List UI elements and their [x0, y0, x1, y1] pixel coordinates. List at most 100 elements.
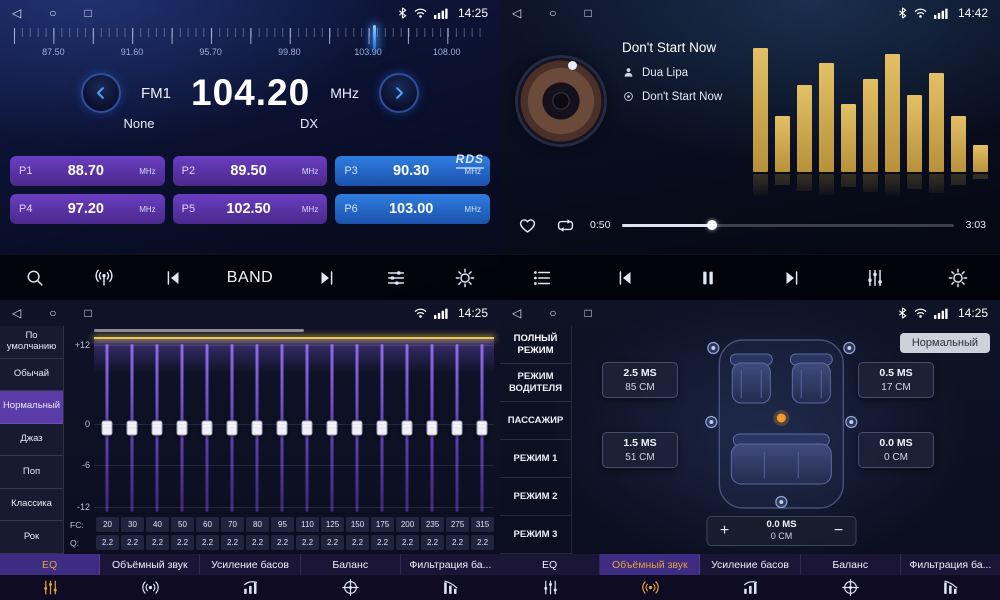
filter-bars-icon[interactable]: [400, 578, 500, 597]
eq-slider-handle[interactable]: [101, 421, 112, 436]
eq-band-slider[interactable]: [119, 344, 144, 512]
audio-settings-button[interactable]: [381, 263, 411, 293]
eq-q-value[interactable]: 2.2: [171, 535, 194, 550]
eq-slider-handle[interactable]: [301, 421, 312, 436]
eq-q-value[interactable]: 2.2: [371, 535, 394, 550]
eq-slider-handle[interactable]: [426, 421, 437, 436]
home-nav-icon[interactable]: ○: [49, 7, 56, 19]
eq-slider-handle[interactable]: [451, 421, 462, 436]
surround-mode-item[interactable]: ПАССАЖИР: [500, 402, 571, 440]
surround-sound-icon[interactable]: [600, 578, 700, 597]
eq-q-value[interactable]: 2.2: [121, 535, 144, 550]
eq-fc-value[interactable]: 40: [146, 517, 169, 532]
recents-nav-icon[interactable]: □: [84, 7, 91, 19]
eq-band-slider[interactable]: [419, 344, 444, 512]
eq-slider-handle[interactable]: [401, 421, 412, 436]
tab-surround[interactable]: Объёмный звук: [600, 554, 700, 575]
back-nav-icon[interactable]: ◁: [12, 7, 21, 19]
eq-q-value[interactable]: 2.2: [346, 535, 369, 550]
balance-target-icon[interactable]: [300, 578, 400, 597]
preset-button-p6[interactable]: P6103.00MHz: [335, 194, 490, 224]
eq-band-slider[interactable]: [294, 344, 319, 512]
eq-slider-handle[interactable]: [226, 421, 237, 436]
eq-slider-handle[interactable]: [351, 421, 362, 436]
eq-slider-handle[interactable]: [176, 421, 187, 436]
recents-nav-icon[interactable]: □: [584, 307, 591, 319]
playlist-button[interactable]: [527, 263, 557, 293]
eq-fc-value[interactable]: 150: [346, 517, 369, 532]
bass-boost-icon[interactable]: [700, 578, 800, 597]
seek-bar[interactable]: [622, 224, 953, 227]
previous-track-button[interactable]: [610, 263, 640, 293]
next-track-button[interactable]: [777, 263, 807, 293]
eq-fc-value[interactable]: 95: [271, 517, 294, 532]
surround-mode-item[interactable]: ПОЛНЫЙ РЕЖИМ: [500, 326, 571, 364]
eq-fc-value[interactable]: 275: [446, 517, 469, 532]
eq-q-value[interactable]: 2.2: [321, 535, 344, 550]
eq-preset-item[interactable]: Обычай: [0, 359, 63, 392]
eq-fc-value[interactable]: 50: [171, 517, 194, 532]
settings-gear-button[interactable]: [450, 263, 480, 293]
eq-band-slider[interactable]: [194, 344, 219, 512]
eq-fc-value[interactable]: 175: [371, 517, 394, 532]
eq-q-value[interactable]: 2.2: [421, 535, 444, 550]
eq-preset-item[interactable]: Рок: [0, 521, 63, 554]
tab-filter[interactable]: Фильтрация ба...: [401, 554, 500, 575]
eq-preset-item[interactable]: Джаз: [0, 424, 63, 457]
eq-band-slider[interactable]: [169, 344, 194, 512]
eq-preset-item[interactable]: По умолчанию: [0, 326, 63, 359]
eq-band-slider[interactable]: [344, 344, 369, 512]
eq-preset-item[interactable]: Поп: [0, 456, 63, 489]
eq-fc-value[interactable]: 125: [321, 517, 344, 532]
preset-button-p1[interactable]: P188.70MHz: [10, 156, 165, 186]
eq-band-slider[interactable]: [269, 344, 294, 512]
home-nav-icon[interactable]: ○: [549, 7, 556, 19]
pause-button[interactable]: [693, 263, 723, 293]
eq-fc-value[interactable]: 20: [96, 517, 119, 532]
eq-slider-handle[interactable]: [276, 421, 287, 436]
eq-fc-value[interactable]: 30: [121, 517, 144, 532]
surround-mode-item[interactable]: РЕЖИМ 3: [500, 516, 571, 554]
surround-sound-icon[interactable]: [100, 578, 200, 597]
delay-decrease-button[interactable]: −: [822, 522, 856, 540]
eq-fc-value[interactable]: 200: [396, 517, 419, 532]
settings-gear-button[interactable]: [943, 263, 973, 293]
tab-balance[interactable]: Баланс: [801, 554, 901, 575]
recents-nav-icon[interactable]: □: [584, 7, 591, 19]
eq-q-value[interactable]: 2.2: [446, 535, 469, 550]
eq-q-value[interactable]: 2.2: [221, 535, 244, 550]
bass-boost-icon[interactable]: [200, 578, 300, 597]
eq-slider-handle[interactable]: [476, 421, 487, 436]
radio-broadcast-button[interactable]: [89, 263, 119, 293]
progress-thumb[interactable]: [707, 220, 717, 230]
back-nav-icon[interactable]: ◁: [512, 307, 521, 319]
home-nav-icon[interactable]: ○: [49, 307, 56, 319]
delay-rear-left[interactable]: 1.5 MS 51 CM: [602, 432, 678, 468]
eq-slider-handle[interactable]: [326, 421, 337, 436]
eq-band-slider[interactable]: [94, 344, 119, 512]
eq-fc-value[interactable]: 70: [221, 517, 244, 532]
eq-scrollbar[interactable]: [94, 329, 304, 332]
eq-slider-handle[interactable]: [151, 421, 162, 436]
eq-slider-handle[interactable]: [251, 421, 262, 436]
favorite-button[interactable]: [514, 212, 540, 238]
next-station-button[interactable]: [312, 263, 342, 293]
eq-q-value[interactable]: 2.2: [196, 535, 219, 550]
tab-surround[interactable]: Объёмный звук: [100, 554, 200, 575]
tab-eq[interactable]: EQ: [0, 554, 100, 575]
eq-fc-value[interactable]: 60: [196, 517, 219, 532]
tab-bass-boost[interactable]: Усиление басов: [700, 554, 800, 575]
delay-rear-right[interactable]: 0.0 MS 0 CM: [858, 432, 934, 468]
eq-band-slider[interactable]: [244, 344, 269, 512]
tune-up-button[interactable]: [379, 73, 419, 113]
tab-balance[interactable]: Баланс: [301, 554, 401, 575]
eq-q-value[interactable]: 2.2: [96, 535, 119, 550]
eq-band-slider[interactable]: [369, 344, 394, 512]
surround-mode-item[interactable]: РЕЖИМ 2: [500, 478, 571, 516]
tab-eq[interactable]: EQ: [500, 554, 600, 575]
eq-q-value[interactable]: 2.2: [271, 535, 294, 550]
surround-mode-item[interactable]: РЕЖИМ ВОДИТЕЛЯ: [500, 364, 571, 402]
tab-filter[interactable]: Фильтрация ба...: [901, 554, 1000, 575]
previous-station-button[interactable]: [158, 263, 188, 293]
delay-increase-button[interactable]: +: [708, 522, 742, 540]
